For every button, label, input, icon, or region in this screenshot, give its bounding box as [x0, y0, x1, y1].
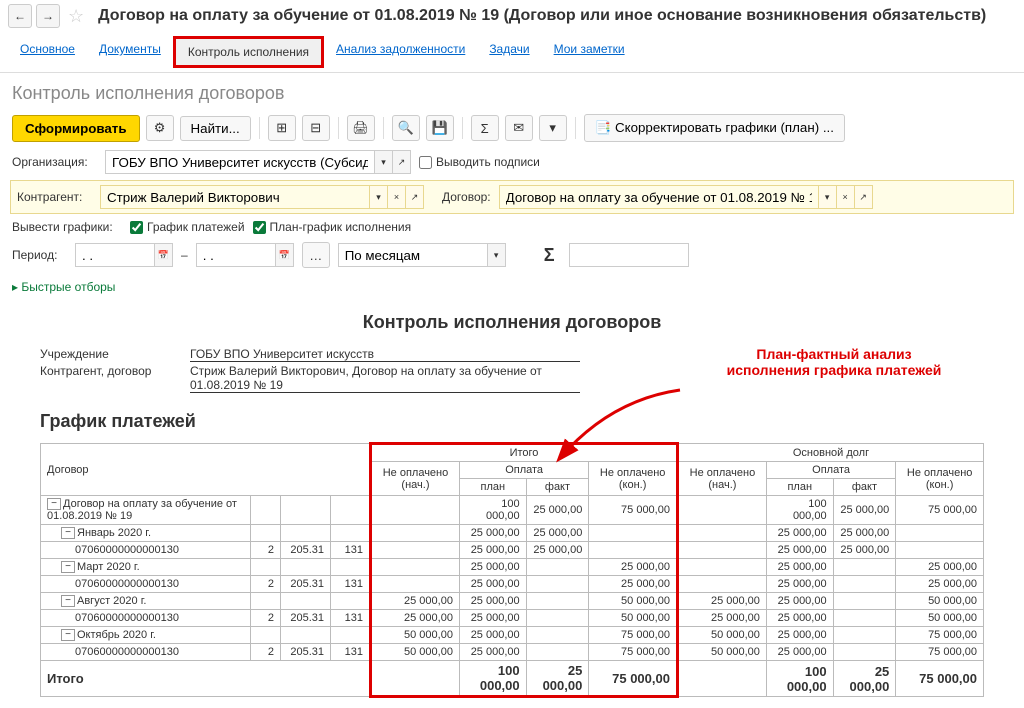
- tab-control[interactable]: Контроль исполнения: [173, 36, 324, 68]
- cp-clear-icon[interactable]: ×: [388, 185, 406, 209]
- tree-toggle-icon[interactable]: −: [61, 595, 75, 607]
- counterparty-label: Контрагент:: [17, 190, 92, 204]
- table-row: −Октябрь 2020 г.50 000,0025 000,0075 000…: [41, 627, 984, 644]
- page-title: Договор на оплату за обучение от 01.08.2…: [98, 7, 986, 25]
- tree-toggle-icon[interactable]: −: [61, 629, 75, 641]
- tree-collapse-icon[interactable]: ⊟: [302, 115, 330, 141]
- th-payment: Оплата: [459, 462, 588, 479]
- th-md-plan: план: [766, 479, 833, 496]
- ct-clear-icon[interactable]: ×: [837, 185, 855, 209]
- find-button[interactable]: Найти...: [180, 116, 251, 141]
- org-label: Организация:: [12, 155, 97, 169]
- back-button[interactable]: ←: [8, 4, 32, 28]
- output-signatures-checkbox[interactable]: Выводить подписи: [419, 155, 540, 169]
- report-counterparty-value: Стриж Валерий Викторович, Договор на опл…: [190, 364, 580, 393]
- th-unpaid-end: Не оплачено (кон.): [589, 462, 678, 496]
- ct-open-icon[interactable]: ↗: [855, 185, 873, 209]
- menu-dropdown-icon[interactable]: ▾: [539, 115, 567, 141]
- period-to-input[interactable]: [196, 243, 276, 267]
- table-row: 070600000000001302205.3113150 000,0025 0…: [41, 644, 984, 661]
- payments-table: Договор Итого Основной долг Не оплачено …: [40, 442, 984, 698]
- table-row: 070600000000001302205.3113125 000,0025 0…: [41, 542, 984, 559]
- annotation-callout: План-фактный анализ исполнения графика п…: [704, 346, 964, 378]
- period-picker-icon[interactable]: …: [302, 242, 330, 268]
- save-icon[interactable]: 💾: [426, 115, 454, 141]
- graphs-label: Вывести графики:: [12, 220, 122, 234]
- print-icon[interactable]: 🖨: [347, 115, 375, 141]
- tab-tasks[interactable]: Задачи: [477, 36, 541, 68]
- th-total: Итого: [371, 444, 678, 462]
- contract-input[interactable]: [499, 185, 819, 209]
- tree-toggle-icon[interactable]: −: [47, 498, 61, 510]
- org-dropdown-icon[interactable]: ▾: [375, 150, 393, 174]
- cp-dropdown-icon[interactable]: ▾: [370, 185, 388, 209]
- institution-value: ГОБУ ВПО Университет искусств: [190, 347, 580, 362]
- forward-button[interactable]: →: [36, 4, 60, 28]
- execution-plan-checkbox[interactable]: План-график исполнения: [253, 220, 412, 234]
- th-fact: факт: [526, 479, 589, 496]
- period-label: Период:: [12, 248, 67, 262]
- org-open-icon[interactable]: ↗: [393, 150, 411, 174]
- th-md-payment: Оплата: [766, 462, 895, 479]
- chart-title: График платежей: [40, 411, 984, 432]
- table-row: −Август 2020 г.25 000,0025 000,0050 000,…: [41, 593, 984, 610]
- star-icon[interactable]: ☆: [68, 6, 84, 27]
- table-row: −Январь 2020 г.25 000,0025 000,0025 000,…: [41, 525, 984, 542]
- tab-bar: Основное Документы Контроль исполнения А…: [0, 32, 1024, 73]
- th-unpaid-start: Не оплачено (нач.): [371, 462, 460, 496]
- sigma-icon: Σ: [544, 245, 555, 266]
- pm-dropdown-icon[interactable]: ▾: [488, 243, 506, 267]
- tab-notes[interactable]: Мои заметки: [542, 36, 637, 68]
- nav-toolbar: ← → ☆ Договор на оплату за обучение от 0…: [0, 0, 1024, 32]
- form-button[interactable]: Сформировать: [12, 115, 140, 142]
- tree-toggle-icon[interactable]: −: [61, 561, 75, 573]
- report-title: Контроль исполнения договоров: [40, 312, 984, 333]
- tab-debt[interactable]: Анализ задолженности: [324, 36, 477, 68]
- action-bar: Сформировать ⚙ Найти... ⊞ ⊟ 🖨 🔍 💾 Σ ✉ ▾ …: [0, 110, 1024, 146]
- report-counterparty-label: Контрагент, договор: [40, 364, 190, 393]
- th-plan: план: [459, 479, 526, 496]
- counterparty-input[interactable]: [100, 185, 370, 209]
- org-input[interactable]: [105, 150, 375, 174]
- ct-dropdown-icon[interactable]: ▾: [819, 185, 837, 209]
- tab-main[interactable]: Основное: [8, 36, 87, 68]
- adjust-button[interactable]: 📑 Скорректировать графики (план) ...: [584, 114, 845, 142]
- preview-icon[interactable]: 🔍: [392, 115, 420, 141]
- section-title: Контроль исполнения договоров: [0, 73, 1024, 110]
- tree-toggle-icon[interactable]: −: [61, 527, 75, 539]
- th-md-unpaid-start: Не оплачено (нач.): [677, 462, 766, 496]
- th-md-unpaid-end: Не оплачено (кон.): [896, 462, 984, 496]
- table-row: 070600000000001302205.3113125 000,0025 0…: [41, 576, 984, 593]
- tab-documents[interactable]: Документы: [87, 36, 173, 68]
- contract-label: Договор:: [442, 190, 491, 204]
- institution-label: Учреждение: [40, 347, 190, 362]
- settings-icon[interactable]: ⚙: [146, 115, 174, 141]
- table-row: −Март 2020 г.25 000,0025 000,0025 000,00…: [41, 559, 984, 576]
- cal-to-icon[interactable]: 📅: [276, 243, 294, 267]
- period-mode-select[interactable]: [338, 243, 488, 267]
- cal-from-icon[interactable]: 📅: [155, 243, 173, 267]
- tree-expand-icon[interactable]: ⊞: [268, 115, 296, 141]
- table-row: −Договор на оплату за обучение от 01.08.…: [41, 496, 984, 525]
- table-row: 070600000000001302205.3113125 000,0025 0…: [41, 610, 984, 627]
- period-from-input[interactable]: [75, 243, 155, 267]
- payment-schedule-checkbox[interactable]: График платежей: [130, 220, 245, 234]
- sigma-input[interactable]: [569, 243, 689, 267]
- table-total-row: Итого100 000,0025 000,0075 000,00100 000…: [41, 661, 984, 697]
- th-main-debt: Основной долг: [677, 444, 983, 462]
- th-md-fact: факт: [833, 479, 896, 496]
- mail-icon[interactable]: ✉: [505, 115, 533, 141]
- sum-icon[interactable]: Σ: [471, 115, 499, 141]
- th-contract: Договор: [41, 444, 371, 496]
- cp-open-icon[interactable]: ↗: [406, 185, 424, 209]
- quick-filters-toggle[interactable]: Быстрые отборы: [0, 272, 1024, 302]
